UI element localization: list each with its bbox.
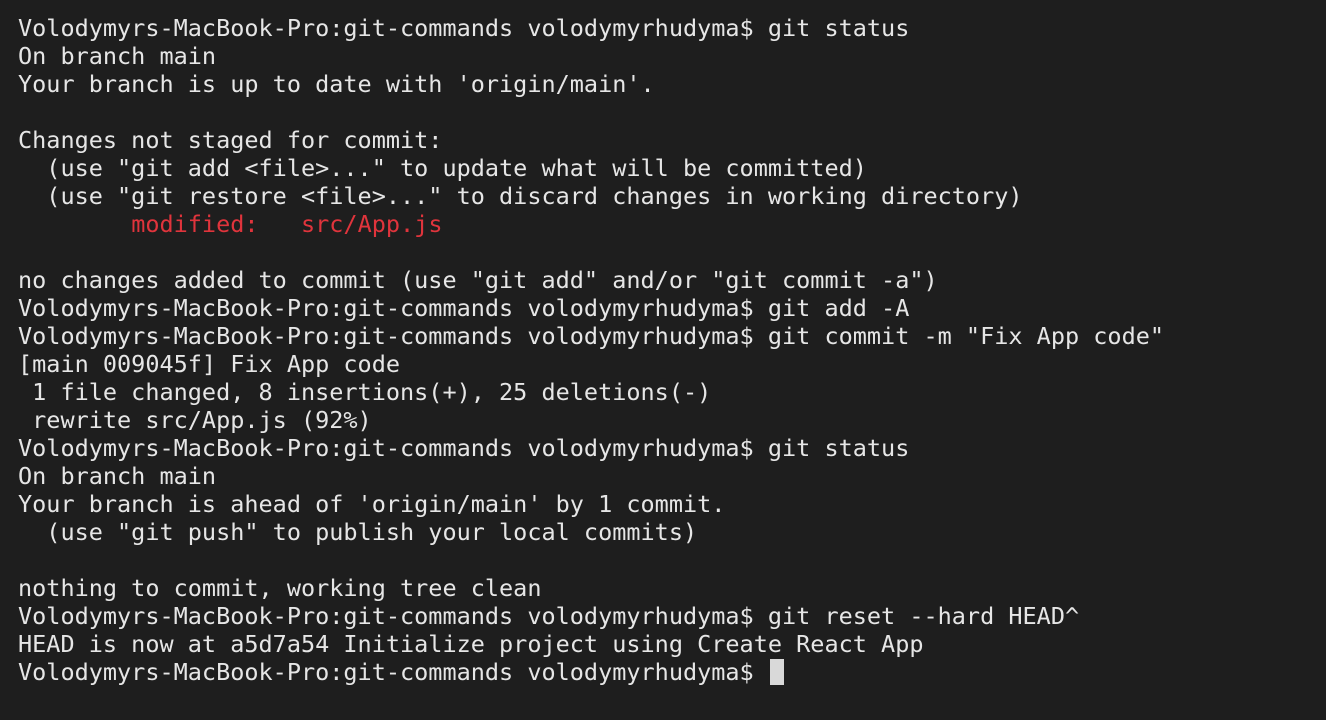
command-text: git status	[767, 434, 910, 462]
output-line: no changes added to commit (use "git add…	[18, 266, 938, 294]
text-cursor[interactable]	[769, 659, 784, 685]
prompt: Volodymyrs-MacBook-Pro:git-commands volo…	[18, 658, 768, 686]
modified-label: modified:	[131, 210, 259, 238]
command-line: Volodymyrs-MacBook-Pro:git-commands volo…	[18, 14, 1326, 42]
prompt: Volodymyrs-MacBook-Pro:git-commands volo…	[18, 434, 768, 462]
output-line: (use "git push" to publish your local co…	[18, 518, 698, 546]
output-line: (use "git restore <file>..." to discard …	[18, 182, 1023, 210]
prompt: Volodymyrs-MacBook-Pro:git-commands volo…	[18, 602, 768, 630]
output-line: [main 009045f] Fix App code	[18, 350, 401, 378]
command-text: git commit -m "Fix App code"	[767, 322, 1165, 350]
command-line: Volodymyrs-MacBook-Pro:git-commands volo…	[18, 294, 1326, 322]
output-line: 1 file changed, 8 insertions(+), 25 dele…	[18, 378, 712, 406]
command-text: git reset --hard HEAD^	[767, 602, 1080, 630]
output-line: HEAD is now at a5d7a54 Initialize projec…	[18, 630, 924, 658]
command-line: Volodymyrs-MacBook-Pro:git-commands volo…	[18, 602, 1326, 630]
prompt: Volodymyrs-MacBook-Pro:git-commands volo…	[18, 14, 768, 42]
modified-file: src/App.js	[300, 210, 443, 238]
prompt: Volodymyrs-MacBook-Pro:git-commands volo…	[18, 294, 768, 322]
prompt: Volodymyrs-MacBook-Pro:git-commands volo…	[18, 322, 768, 350]
command-text: git status	[767, 14, 910, 42]
command-text: git add -A	[767, 294, 910, 322]
output-line: On branch main	[18, 462, 217, 490]
active-prompt-line[interactable]: Volodymyrs-MacBook-Pro:git-commands volo…	[18, 658, 1326, 686]
output-line: nothing to commit, working tree clean	[18, 574, 542, 602]
terminal-window[interactable]: Volodymyrs-MacBook-Pro:git-commands volo…	[0, 0, 1326, 720]
output-line: On branch main	[18, 42, 217, 70]
output-line: Changes not staged for commit:	[18, 126, 443, 154]
modified-file-line: modified: src/App.js	[18, 210, 1326, 238]
output-line: Your branch is up to date with 'origin/m…	[18, 70, 655, 98]
command-line: Volodymyrs-MacBook-Pro:git-commands volo…	[18, 434, 1326, 462]
output-line: rewrite src/App.js (92%)	[18, 406, 372, 434]
output-line: Your branch is ahead of 'origin/main' by…	[18, 490, 726, 518]
output-line: (use "git add <file>..." to update what …	[18, 154, 867, 182]
command-line: Volodymyrs-MacBook-Pro:git-commands volo…	[18, 322, 1326, 350]
